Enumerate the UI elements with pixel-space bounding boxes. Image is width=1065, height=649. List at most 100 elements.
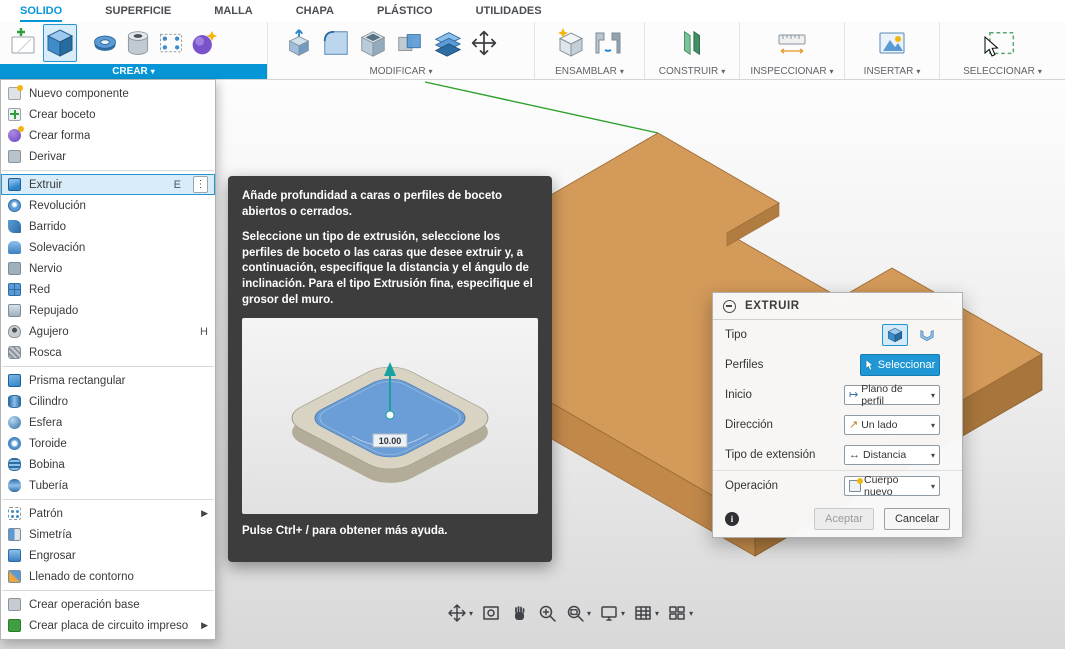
menu-item-agujero[interactable]: Agujero H — [1, 321, 215, 342]
menu-item-nuevo-componente[interactable]: Nuevo componente — [1, 83, 215, 104]
seleccionar-group-label[interactable]: SELECCIONAR ▾ — [940, 64, 1065, 79]
extrude-preview-illustration: 10.00 — [291, 362, 489, 483]
new-body-icon — [849, 478, 863, 492]
menu-item-crear-placa-pcb[interactable]: Crear placa de circuito impreso ▶ — [1, 615, 215, 636]
insertar-group-label[interactable]: INSERTAR ▾ — [845, 64, 939, 79]
extrude-button[interactable] — [43, 24, 77, 62]
start-dropdown[interactable]: ↦ Plano de perfil ▾ — [844, 383, 940, 407]
menu-item-engrosar[interactable]: Engrosar — [1, 545, 215, 566]
construct-plane-button[interactable] — [675, 24, 709, 62]
joint-icon — [595, 32, 621, 54]
modificar-group-label[interactable]: MODIFICAR ▾ — [268, 64, 534, 79]
kebab-menu-icon[interactable]: ⋮ — [193, 176, 208, 193]
nav-pan-orbit-button[interactable]: ▾ — [447, 603, 473, 623]
caret-down-icon: ▾ — [1037, 66, 1042, 76]
menu-item-solevacion[interactable]: Solevación — [1, 237, 215, 258]
aceptar-button[interactable]: Aceptar — [814, 508, 874, 530]
combine-button[interactable] — [393, 24, 427, 62]
direction-dropdown[interactable]: ↗ Un lado ▾ — [844, 415, 940, 435]
pattern-icon — [160, 33, 182, 53]
revolve-button[interactable] — [90, 24, 120, 62]
select-profiles-button[interactable]: Seleccionar — [860, 354, 940, 376]
caret-down-icon: ▾ — [587, 608, 592, 618]
nav-look-at-button[interactable] — [481, 603, 501, 623]
dialog-title-bar[interactable]: EXTRUIR — [713, 293, 962, 320]
menu-item-prisma-rectangular[interactable]: Prisma rectangular — [1, 370, 215, 391]
tab-utilidades[interactable]: UTILIDADES — [476, 0, 542, 22]
nav-fit-button[interactable]: ▾ — [565, 603, 591, 623]
nav-zoom-button[interactable] — [537, 603, 557, 623]
extent-type-dropdown[interactable]: ↔ Distancia ▾ — [844, 445, 940, 465]
menu-item-simetria[interactable]: Simetría — [1, 524, 215, 545]
shell-button[interactable] — [356, 24, 390, 62]
nav-pan-button[interactable] — [509, 603, 529, 623]
menu-item-extruir[interactable]: Extruir E ⋮ — [1, 174, 215, 195]
extrude-type-solid-button[interactable] — [882, 324, 908, 346]
ensamblar-group-label[interactable]: ENSAMBLAR ▾ — [535, 64, 644, 79]
menu-item-barrido[interactable]: Barrido — [1, 216, 215, 237]
nav-viewports-button[interactable]: ▾ — [667, 603, 693, 623]
tab-malla[interactable]: MALLA — [214, 0, 253, 22]
menu-item-patron[interactable]: Patrón ▶ — [1, 503, 215, 524]
create-sketch-button[interactable] — [6, 24, 40, 62]
extrude-solid-icon — [887, 327, 903, 343]
menu-item-bobina[interactable]: Bobina — [1, 454, 215, 475]
cancelar-button[interactable]: Cancelar — [883, 508, 950, 530]
extrude-type-thin-button[interactable] — [914, 324, 940, 346]
dialog-title: EXTRUIR — [745, 300, 800, 312]
new-component-button[interactable] — [554, 24, 588, 62]
profile-plane-icon: ↦ — [849, 388, 859, 401]
loft-icon — [8, 241, 21, 254]
menu-item-llenado-de-contorno[interactable]: Llenado de contorno — [1, 566, 215, 587]
menu-item-toroide[interactable]: Toroide — [1, 433, 215, 454]
create-sketch-icon — [11, 28, 35, 54]
menu-item-crear-forma[interactable]: Crear forma — [1, 125, 215, 146]
inspeccionar-group-label[interactable]: INSPECCIONAR ▾ — [740, 64, 844, 79]
pan-hand-icon — [515, 606, 525, 620]
hole-button[interactable] — [123, 24, 153, 62]
pcb-icon — [8, 619, 21, 632]
thread-icon — [8, 346, 21, 359]
operation-dropdown[interactable]: Cuerpo nuevo ▾ — [844, 474, 940, 498]
menu-item-red[interactable]: Red — [1, 279, 215, 300]
tab-solido[interactable]: SOLIDO — [20, 0, 62, 22]
palette-handle-icon[interactable] — [723, 299, 736, 313]
tab-superficie[interactable]: SUPERFICIE — [105, 0, 171, 22]
move-button[interactable] — [467, 24, 501, 62]
crear-group-label[interactable]: CREAR ▾ — [0, 64, 267, 79]
info-icon[interactable]: i — [725, 512, 739, 526]
nav-display-settings-button[interactable]: ▾ — [599, 603, 625, 623]
menu-item-cilindro[interactable]: Cilindro — [1, 391, 215, 412]
ribbon-group-seleccionar: SELECCIONAR ▾ — [940, 22, 1065, 79]
menu-item-nervio[interactable]: Nervio — [1, 258, 215, 279]
menu-item-derivar[interactable]: Derivar — [1, 146, 215, 167]
tab-plastico[interactable]: PLÁSTICO — [377, 0, 433, 22]
construir-group-label[interactable]: CONSTRUIR ▾ — [645, 64, 739, 79]
pattern-button[interactable] — [156, 24, 186, 62]
insert-image-icon — [879, 32, 905, 54]
joint-button[interactable] — [591, 24, 625, 62]
measure-button[interactable] — [775, 24, 809, 62]
tab-chapa[interactable]: CHAPA — [296, 0, 334, 22]
nav-grid-button[interactable]: ▾ — [633, 603, 659, 623]
navigation-bar: ▾ ▾ ▾ ▾ ▾ — [447, 603, 693, 623]
insert-image-button[interactable] — [875, 24, 909, 62]
create-form-button[interactable] — [189, 24, 219, 62]
offset-faces-button[interactable] — [430, 24, 464, 62]
menu-item-esfera[interactable]: Esfera — [1, 412, 215, 433]
menu-item-tuberia[interactable]: Tubería — [1, 475, 215, 496]
press-pull-button[interactable] — [282, 24, 316, 62]
zoom-icon — [539, 605, 556, 622]
shortcut-key: E — [173, 178, 181, 191]
menu-item-crear-boceto[interactable]: Crear boceto — [1, 104, 215, 125]
menu-item-repujado[interactable]: Repujado — [1, 300, 215, 321]
menu-item-revolucion[interactable]: Revolución — [1, 195, 215, 216]
menu-item-rosca[interactable]: Rosca — [1, 342, 215, 363]
ribbon-group-construir: CONSTRUIR ▾ — [645, 22, 740, 79]
menu-item-crear-operacion-base[interactable]: Crear operación base — [1, 594, 215, 615]
fillet-button[interactable] — [319, 24, 353, 62]
revolve-icon — [94, 35, 116, 51]
caret-down-icon: ▾ — [469, 608, 474, 618]
extruir-dialog: EXTRUIR Tipo Perfiles Seleccionar Inicio… — [712, 292, 963, 538]
menu-separator — [2, 499, 214, 500]
